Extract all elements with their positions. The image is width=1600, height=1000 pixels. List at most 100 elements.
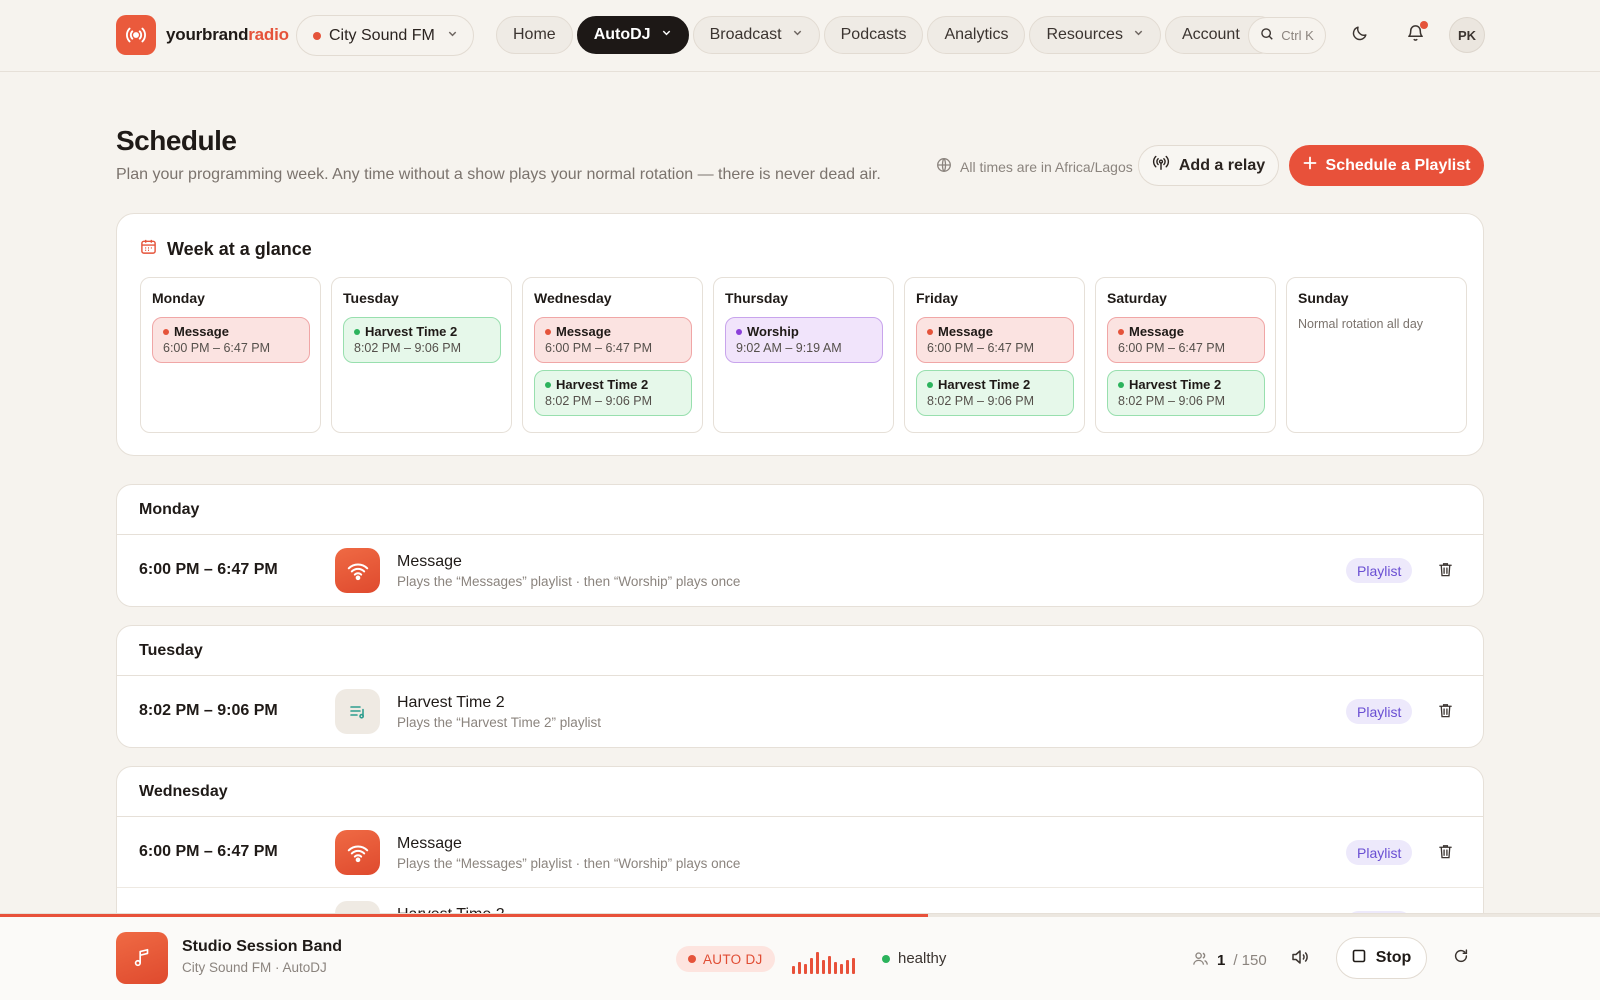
nav-home-label: Home	[513, 26, 556, 43]
stop-label: Stop	[1375, 949, 1412, 966]
week-title: Week at a glance	[167, 238, 312, 259]
brand-name[interactable]: yourbrandradio	[166, 25, 289, 45]
day-name: Monday	[152, 290, 205, 306]
event-color-dot	[927, 328, 933, 335]
day-name: Tuesday	[343, 290, 399, 306]
playback-progress-track[interactable]	[0, 914, 1600, 917]
schedule-event-chip[interactable]: Message 6:00 PM – 6:47 PM	[1107, 317, 1265, 363]
delete-button[interactable]	[1437, 702, 1454, 724]
event-time: 6:00 PM – 6:47 PM	[545, 341, 653, 355]
event-title: Harvest Time 2	[556, 377, 649, 392]
schedule-row-description: Plays the “Messages” playlist · then “Wo…	[397, 574, 741, 589]
event-chip-title: Harvest Time 2	[1118, 377, 1254, 392]
theme-toggle-button[interactable]	[1342, 17, 1378, 53]
listener-count: 1 / 150	[1192, 950, 1267, 971]
event-chip-title: Harvest Time 2	[354, 324, 490, 339]
now-playing-subtitle: City Sound FM · AutoDJ	[182, 960, 327, 975]
listener-current: 1	[1217, 952, 1226, 969]
schedule-event-chip[interactable]: Message 6:00 PM – 6:47 PM	[534, 317, 692, 363]
meter-bar	[846, 960, 849, 974]
listener-max: / 150	[1233, 952, 1267, 969]
day-section-header: Wednesday	[117, 767, 1483, 817]
day-column-thursday: Thursday Worship 9:02 AM – 9:19 AM	[713, 277, 894, 433]
delete-button[interactable]	[1437, 843, 1454, 865]
moon-icon	[1351, 24, 1369, 47]
event-title: Message	[1129, 324, 1184, 339]
event-time: 8:02 PM – 9:06 PM	[1118, 394, 1226, 408]
schedule-row-title: Harvest Time 2	[397, 694, 505, 711]
schedule-event-chip[interactable]: Harvest Time 2 8:02 PM – 9:06 PM	[916, 370, 1074, 416]
schedule-row[interactable]: 6:00 PM – 6:47 PM Message Plays the “Messa…	[117, 535, 1483, 606]
event-chip-title: Message	[163, 324, 299, 339]
notifications-button[interactable]	[1397, 17, 1433, 53]
nav-resources-label: Resources	[1046, 26, 1123, 43]
search-button[interactable]: Ctrl K	[1248, 17, 1326, 54]
schedule-event-chip[interactable]: Harvest Time 2 8:02 PM – 9:06 PM	[1107, 370, 1265, 416]
day-name: Sunday	[1298, 290, 1349, 306]
day-column-saturday: Saturday Message 6:00 PM – 6:47 PM Harvest …	[1095, 277, 1276, 433]
stop-square-icon	[1352, 949, 1366, 968]
refresh-button[interactable]	[1452, 947, 1470, 970]
schedule-playlist-button[interactable]: Schedule a Playlist	[1289, 145, 1484, 186]
meter-bar	[852, 958, 855, 974]
meter-bar	[828, 956, 831, 974]
schedule-row[interactable]: 6:00 PM – 6:47 PM Message Plays the “Messa…	[117, 817, 1483, 888]
stop-button[interactable]: Stop	[1336, 937, 1427, 979]
top-navigation-bar: yourbrandradio City Sound FM Home AutoDJ…	[0, 0, 1600, 72]
chevron-down-icon	[1133, 27, 1144, 41]
nav-autodj[interactable]: AutoDJ	[576, 16, 689, 54]
event-title: Message	[174, 324, 229, 339]
volume-button[interactable]	[1290, 947, 1310, 972]
radio-logo-icon[interactable]	[116, 15, 156, 55]
nav-analytics[interactable]: Analytics	[927, 16, 1026, 54]
event-title: Harvest Time 2	[365, 324, 458, 339]
user-initials: PK	[1457, 27, 1477, 43]
stream-health: healthy	[882, 950, 946, 967]
schedule-row[interactable]: 8:02 PM – 9:06 PM Harvest Time 2 Plays the…	[117, 676, 1483, 747]
nav-resources[interactable]: Resources	[1029, 16, 1161, 54]
schedule-event-chip[interactable]: Message 6:00 PM – 6:47 PM	[152, 317, 310, 363]
station-selector[interactable]: City Sound FM	[296, 15, 474, 56]
meter-bar	[810, 958, 813, 974]
nav-podcasts[interactable]: Podcasts	[823, 16, 924, 54]
event-time: 6:00 PM – 6:47 PM	[927, 341, 1035, 355]
calendar-icon	[140, 238, 157, 260]
schedule-row-time: 8:02 PM – 9:06 PM	[139, 702, 278, 719]
schedule-row-description: Plays the “Harvest Time 2” playlist	[397, 715, 602, 730]
antenna-icon	[1152, 154, 1170, 177]
schedule-event-chip[interactable]: Harvest Time 2 8:02 PM – 9:06 PM	[534, 370, 692, 416]
event-title: Message	[938, 324, 993, 339]
event-chip-title: Message	[545, 324, 681, 339]
chevron-down-icon	[447, 28, 458, 42]
meter-bar	[792, 966, 795, 974]
day-name: Friday	[916, 290, 959, 306]
globe-icon	[936, 157, 952, 176]
event-color-dot	[1118, 381, 1124, 388]
event-chip-title: Harvest Time 2	[927, 377, 1063, 392]
delete-button[interactable]	[1437, 561, 1454, 583]
event-time: 8:02 PM – 9:06 PM	[927, 394, 1035, 408]
health-status-text: healthy	[898, 950, 947, 967]
schedule-row-description: Plays the “Messages” playlist · then “Wo…	[397, 856, 741, 871]
music-note-icon	[116, 932, 168, 984]
day-name: Wednesday	[534, 290, 612, 306]
now-playing-bar: Studio Session Band City Sound FM · Auto…	[0, 913, 1600, 1000]
user-avatar[interactable]: PK	[1449, 17, 1485, 53]
event-time: 6:00 PM – 6:47 PM	[1118, 341, 1226, 355]
event-title: Harvest Time 2	[1129, 377, 1222, 392]
nav-broadcast-label: Broadcast	[709, 26, 782, 43]
nav-home[interactable]: Home	[496, 16, 573, 54]
event-time: 6:00 PM – 6:47 PM	[163, 341, 271, 355]
schedule-event-chip[interactable]: Message 6:00 PM – 6:47 PM	[916, 317, 1074, 363]
nav-podcasts-label: Podcasts	[840, 26, 907, 43]
event-color-dot	[1118, 328, 1124, 335]
page-title: Schedule	[116, 125, 237, 156]
page-subtitle: Plan your programming week. Any time wit…	[116, 166, 881, 183]
schedule-event-chip[interactable]: Harvest Time 2 8:02 PM – 9:06 PM	[343, 317, 501, 363]
meter-bar	[798, 962, 801, 974]
day-name: Saturday	[1107, 290, 1167, 306]
trash-icon	[1437, 563, 1454, 582]
add-relay-button[interactable]: Add a relay	[1138, 145, 1279, 186]
nav-broadcast[interactable]: Broadcast	[692, 16, 820, 54]
schedule-event-chip[interactable]: Worship 9:02 AM – 9:19 AM	[725, 317, 883, 363]
